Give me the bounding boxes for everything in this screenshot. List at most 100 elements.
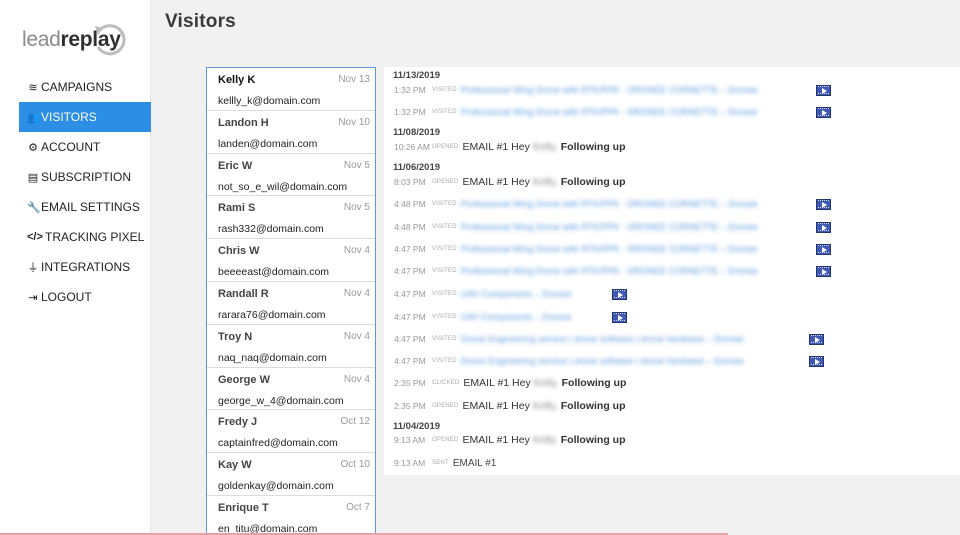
email-subject[interactable]: EMAIL #1 Hey Kelly, Following up xyxy=(463,377,626,389)
visitor-item[interactable]: Troy N Nov 4 naq_naq@domain.com xyxy=(207,325,375,368)
visited-page-link[interactable]: Professional Wing Drone with RTK/PPK - D… xyxy=(461,222,758,232)
visited-page-link[interactable]: Drone Engineering service | drone softwa… xyxy=(461,356,744,366)
activity-action: VISITED xyxy=(432,246,457,252)
visitor-date: Oct 7 xyxy=(346,501,370,513)
visitor-name: Kelly K xyxy=(218,74,256,86)
replay-arrow-icon xyxy=(95,24,126,56)
recipient-name: Kelly, xyxy=(532,400,558,412)
visitor-name: Randall R xyxy=(218,287,269,300)
activity-action: OPENED xyxy=(432,144,459,150)
visitor-item[interactable]: Kelly K Nov 13 kellly_k@domain.com xyxy=(207,68,375,111)
visitor-email: rarara76@domain.com xyxy=(218,308,326,321)
email-label: EMAIL #1 Hey xyxy=(462,141,530,153)
activity-action: VISITED xyxy=(432,87,457,93)
email-subject[interactable]: EMAIL #1 Hey Kelly, Following up xyxy=(463,400,626,412)
video-replay-icon[interactable] xyxy=(816,222,831,233)
activity-time: 4:47 PM xyxy=(394,244,426,254)
video-replay-icon[interactable] xyxy=(612,312,627,323)
activity-row: 1:32 PM VISITED Professional Wing Drone wi… xyxy=(394,104,758,120)
nav-label: LOGOUT xyxy=(41,290,92,304)
visitor-date: Nov 4 xyxy=(343,245,370,257)
visited-page-link[interactable]: Drone Engineering service | drone softwa… xyxy=(461,334,744,344)
visited-page-link[interactable]: UAV Components – Dronee xyxy=(461,289,572,299)
visitor-email: naq_naq@domain.com xyxy=(218,351,327,364)
nav-integrations[interactable]: ⏚ INTEGRATIONS xyxy=(0,252,151,282)
email-subject[interactable]: EMAIL #1 Hey Kelly, Following up xyxy=(463,141,626,153)
visitor-item[interactable]: Fredy J Oct 12 captainfred@domain.com xyxy=(207,410,375,454)
visitor-email: george_w_4@domain.com xyxy=(218,394,344,407)
plug-icon: ⏚ xyxy=(27,262,39,274)
visitor-item[interactable]: Kay W Oct 10 goldenkay@domain.com xyxy=(207,453,375,496)
activity-row: 4:47 PM VISITED Professional Wing Drone wi… xyxy=(394,263,758,279)
email-subject[interactable]: EMAIL #1 Hey Kelly, Following up xyxy=(463,434,626,446)
visitor-date: Oct 10 xyxy=(340,459,370,471)
activity-action: OPENED xyxy=(432,403,459,409)
date-header: 11/13/2019 xyxy=(393,70,441,81)
date-header: 11/04/2019 xyxy=(393,421,441,432)
visitor-item[interactable]: Randall R Nov 4 rarara76@domain.com xyxy=(207,282,375,325)
video-replay-icon[interactable] xyxy=(816,199,831,210)
logout-icon: ⇥ xyxy=(28,291,38,304)
date-header: 11/06/2019 xyxy=(393,162,441,173)
nav-email-settings[interactable]: 🔧 EMAIL SETTINGS xyxy=(0,192,151,222)
video-replay-icon[interactable] xyxy=(809,356,824,367)
nav-campaigns[interactable]: ≋ CAMPAIGNS xyxy=(0,72,151,102)
visitor-item[interactable]: George W Nov 4 george_w_4@domain.com xyxy=(207,368,375,411)
sidebar: leadreplay ≋ CAMPAIGNS 👥 VISITORS ⚙ ACCOUNT… xyxy=(0,0,151,535)
video-replay-icon[interactable] xyxy=(816,85,831,96)
visitor-item[interactable]: Enrique T Oct 7 en_titu@domain.com xyxy=(207,496,375,535)
visited-page-link[interactable]: Professional Wing Drone with RTK/PPK - D… xyxy=(461,244,758,254)
nav-label: SUBSCRIPTION xyxy=(41,170,132,184)
activity-time: 9:13 AM xyxy=(394,435,426,445)
activity-time: 4:47 PM xyxy=(394,312,426,322)
visitor-item[interactable]: Landon H Nov 10 landen@domain.com xyxy=(207,111,375,154)
visited-page-link[interactable]: UAV Components – Dronee xyxy=(461,312,572,322)
visitor-item[interactable]: Chris W Nov 4 beeeeast@domain.com xyxy=(207,239,375,282)
activity-time: 4:47 PM xyxy=(394,356,426,366)
email-label: EMAIL #1 Hey xyxy=(463,377,531,389)
email-subject[interactable]: EMAIL #1 xyxy=(453,457,497,469)
nav-subscription[interactable]: ▤ SUBSCRIPTION xyxy=(0,162,151,192)
layers-icon: ≋ xyxy=(28,81,38,94)
visitor-item[interactable]: Rami S Nov 5 rash332@domain.com xyxy=(207,196,375,240)
visitor-date: Nov 5 xyxy=(343,159,370,171)
email-label: EMAIL #1 Hey xyxy=(462,434,530,446)
video-replay-icon[interactable] xyxy=(612,289,627,300)
visitor-item[interactable]: Eric W Nov 5 not_so_e_wil@domain.com xyxy=(207,154,375,197)
visited-page-link[interactable]: Professional Wing Drone with RTK/PPK - D… xyxy=(461,266,758,276)
activity-row: 4:47 PM VISITED Drone Engineering service … xyxy=(394,331,744,347)
nav-label: ACCOUNT xyxy=(41,140,101,154)
nav-tracking-pixel[interactable]: </> TRACKING PIXEL xyxy=(0,222,151,252)
visitor-date: Oct 12 xyxy=(340,416,370,428)
visitor-email: captainfred@domain.com xyxy=(218,437,338,450)
visited-page-link[interactable]: Professional Wing Drone with RTK/PPK - D… xyxy=(461,85,758,95)
activity-action: VISITED xyxy=(432,224,457,230)
video-replay-icon[interactable] xyxy=(816,266,831,277)
activity-action: SENT xyxy=(432,460,449,466)
activity-time: 4:47 PM xyxy=(394,334,426,344)
activity-action: VISITED xyxy=(432,268,457,274)
nav-visitors[interactable]: 👥 VISITORS xyxy=(19,102,151,132)
recipient-name: Kelly, xyxy=(532,434,558,446)
visitor-name: Fredy J xyxy=(218,416,258,429)
video-replay-icon[interactable] xyxy=(816,107,831,118)
activity-time: 1:32 PM xyxy=(394,107,426,117)
gear-icon: ⚙ xyxy=(28,141,38,154)
visitor-name: Rami S xyxy=(218,202,256,215)
video-replay-icon[interactable] xyxy=(816,244,831,255)
activity-time: 4:48 PM xyxy=(394,199,426,209)
email-subject-rest: Following up xyxy=(560,400,626,412)
nav-label: EMAIL SETTINGS xyxy=(41,200,140,214)
visitor-date: Nov 4 xyxy=(343,373,370,385)
visited-page-link[interactable]: Professional Wing Drone with RTK/PPK - D… xyxy=(461,107,758,117)
visited-page-link[interactable]: Professional Wing Drone with RTK/PPK - D… xyxy=(461,199,758,209)
email-subject-rest: Following up xyxy=(561,377,627,389)
leadreplay-logo[interactable]: leadreplay xyxy=(18,20,130,60)
video-replay-icon[interactable] xyxy=(809,334,824,345)
visitor-name: Troy N xyxy=(218,330,253,343)
nav-account[interactable]: ⚙ ACCOUNT xyxy=(0,132,151,162)
activity-action: OPENED xyxy=(432,179,459,185)
nav-logout[interactable]: ⇥ LOGOUT xyxy=(0,282,151,312)
email-subject[interactable]: EMAIL #1 Hey Kelly, Following up xyxy=(463,176,626,188)
activity-row: 4:47 PM VISITED Professional Wing Drone wi… xyxy=(394,241,758,257)
